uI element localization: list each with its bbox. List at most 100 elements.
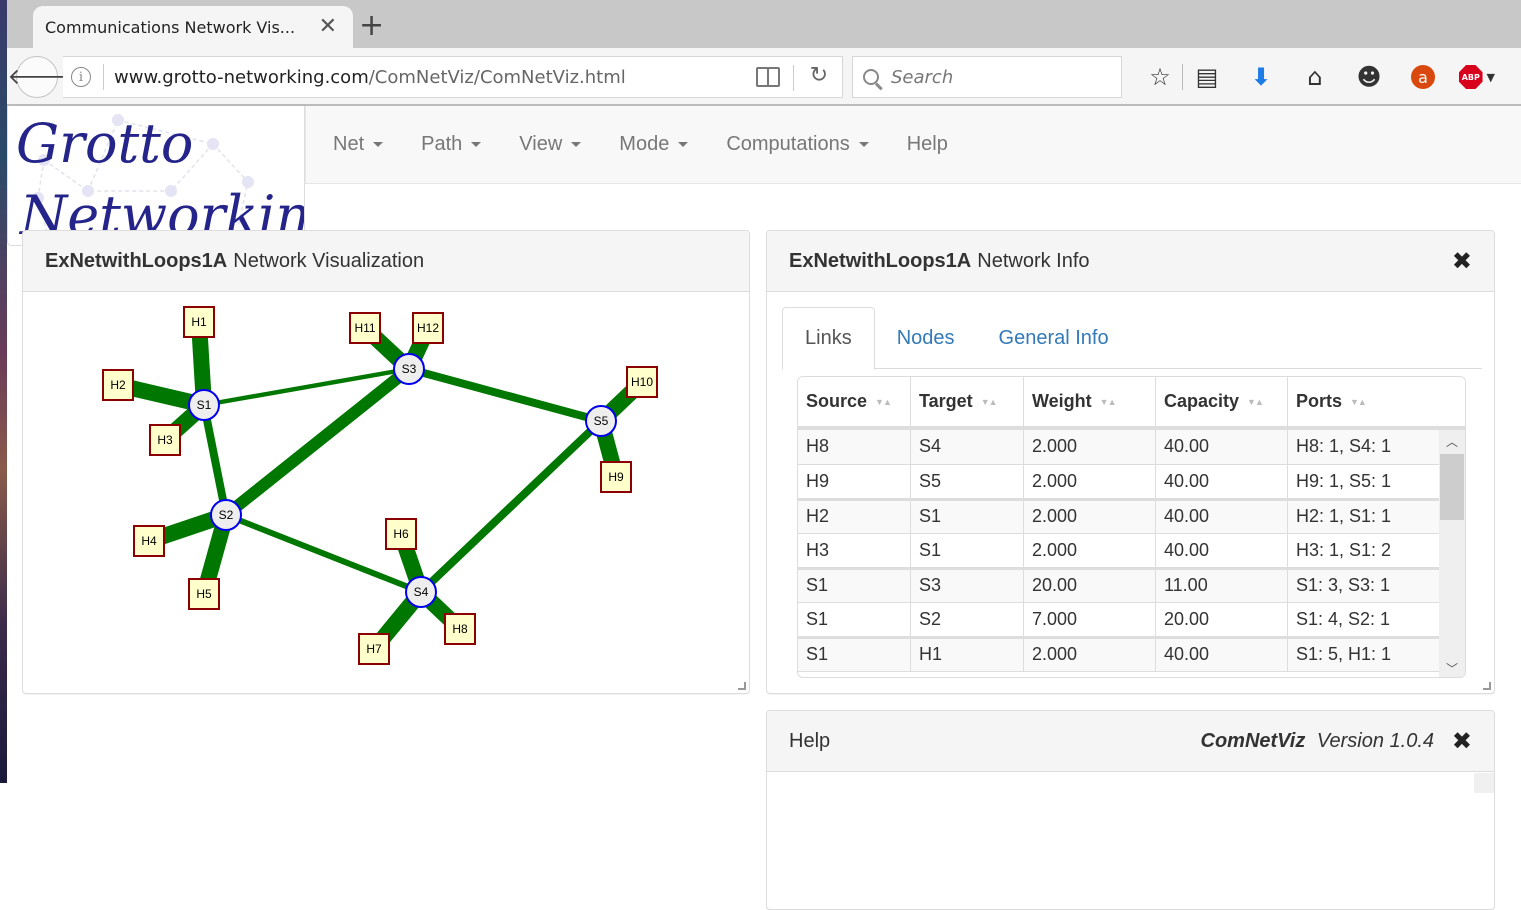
home-icon[interactable]: ⌂	[1297, 59, 1333, 95]
sort-icon[interactable]: ▼▲	[875, 397, 891, 407]
table-row[interactable]: H3S12.00040.00H3: 1, S1: 2	[798, 534, 1441, 569]
sort-icon[interactable]: ▼▲	[1100, 397, 1116, 407]
resize-handle[interactable]	[1483, 682, 1491, 690]
reload-icon[interactable]: ↻	[810, 63, 828, 88]
host-node-H6[interactable]: H6	[386, 519, 416, 549]
switch-node-S5[interactable]: S5	[586, 406, 616, 436]
cell-ports: H8: 1, S4: 1	[1288, 430, 1441, 464]
cell-weight: 2.000	[1024, 430, 1156, 464]
browser-navbar: 🡐 i www.grotto-networking.com/ComNetViz/…	[7, 48, 1521, 106]
new-tab-button[interactable]: +	[359, 8, 384, 43]
host-node-H11[interactable]: H11	[350, 313, 380, 343]
tab-links[interactable]: Links	[782, 307, 875, 370]
version-label: Version 1.0.4	[1317, 730, 1434, 752]
chevron-down-icon: ▼	[1487, 71, 1495, 84]
back-button[interactable]: 🡐	[16, 56, 58, 98]
node-label: S4	[414, 585, 429, 599]
scroll-down-icon[interactable]: ﹀	[1439, 657, 1465, 678]
host-node-H8[interactable]: H8	[445, 614, 475, 644]
network-info-panel: ExNetwithLoops1A Network Info ✖ LinksNod…	[766, 230, 1495, 694]
switch-node-S1[interactable]: S1	[189, 390, 219, 420]
sort-icon[interactable]: ▼▲	[1247, 397, 1263, 407]
help-scrollbar[interactable]	[1474, 773, 1494, 793]
download-icon[interactable]: ⬇	[1243, 59, 1279, 95]
menu-computations[interactable]: Computations	[711, 133, 883, 156]
tab-nodes[interactable]: Nodes	[875, 307, 977, 369]
menu-view[interactable]: View	[504, 133, 596, 156]
scroll-up-icon[interactable]: ︿	[1439, 430, 1465, 452]
network-graph[interactable]: S1 S2 S3 S4 S5 H1 H2 H3 H4 H5 H6 H7 H8 H9 H10 H11 H12	[23, 292, 749, 692]
adblock-plus-button[interactable]: ABP▼	[1459, 59, 1495, 95]
site-info-icon[interactable]: i	[71, 67, 91, 87]
browser-tab-strip: Communications Network Vis... ✕ +	[7, 0, 1521, 48]
menu-label: View	[519, 133, 562, 156]
host-node-H10[interactable]: H10	[627, 367, 657, 397]
node-label: H9	[608, 470, 624, 484]
column-header-weight[interactable]: Weight▼▲	[1024, 377, 1156, 426]
link-S4-S5[interactable]	[421, 421, 601, 592]
column-header-ports[interactable]: Ports▼▲	[1288, 377, 1465, 426]
column-header-target[interactable]: Target ▼▲	[911, 377, 1024, 426]
table-row[interactable]: H8S42.00040.00H8: 1, S4: 1	[798, 430, 1441, 465]
column-header-source[interactable]: Source ▼▲	[798, 377, 911, 426]
browser-tab[interactable]: Communications Network Vis... ✕	[33, 6, 353, 48]
logo-text-line1: Grotto	[16, 112, 193, 175]
host-node-H4[interactable]: H4	[134, 526, 164, 556]
switch-node-S2[interactable]: S2	[211, 500, 241, 530]
url-text[interactable]: www.grotto-networking.com/ComNetViz/ComN…	[114, 67, 626, 88]
caret-down-icon	[678, 142, 688, 147]
resize-handle[interactable]	[738, 682, 746, 690]
address-bar[interactable]: i www.grotto-networking.com/ComNetViz/Co…	[63, 56, 843, 98]
host-node-H5[interactable]: H5	[189, 579, 219, 609]
host-node-H9[interactable]: H9	[601, 462, 631, 492]
host-node-H2[interactable]: H2	[103, 370, 133, 400]
switch-node-S4[interactable]: S4	[406, 577, 436, 607]
node-label: H11	[354, 321, 375, 335]
close-icon[interactable]: ✖	[1452, 727, 1472, 755]
link-S1-S2[interactable]	[204, 405, 226, 515]
menu-help[interactable]: Help	[892, 133, 963, 156]
tab-title: Communications Network Vis...	[45, 18, 295, 37]
scrollbar-thumb[interactable]	[1440, 454, 1464, 520]
table-row[interactable]: H9S52.00040.00H9: 1, S5: 1	[798, 465, 1441, 500]
cell-target: H1	[911, 639, 1024, 671]
menu-path[interactable]: Path	[406, 133, 496, 156]
close-icon[interactable]: ✖	[1452, 247, 1472, 275]
column-header-label: Capacity	[1164, 391, 1239, 412]
host-node-H12[interactable]: H12	[413, 313, 443, 343]
chat-icon[interactable]: ☻	[1351, 59, 1387, 95]
addon-a-button[interactable]: a	[1405, 59, 1441, 95]
table-row[interactable]: S1S320.0011.00S1: 3, S3: 1	[798, 568, 1441, 603]
search-bar[interactable]: Search	[852, 56, 1122, 98]
cell-weight: 20.00	[1024, 570, 1156, 602]
reading-list-icon[interactable]: ▤	[1189, 59, 1225, 95]
table-row[interactable]: H2S12.00040.00H2: 1, S1: 1	[798, 499, 1441, 534]
sort-icon[interactable]: ▼▲	[981, 397, 997, 407]
search-placeholder: Search	[891, 67, 953, 88]
link-S3-S5[interactable]	[409, 369, 601, 421]
tab-general-info[interactable]: General Info	[977, 307, 1131, 369]
bookmark-star-icon[interactable]: ☆	[1142, 59, 1178, 95]
column-header-label: Source	[806, 391, 867, 412]
column-header-capacity[interactable]: Capacity ▼▲	[1156, 377, 1288, 426]
sort-icon[interactable]: ▼▲	[1350, 397, 1366, 407]
cell-ports: H2: 1, S1: 1	[1288, 501, 1441, 533]
viz-panel-heading: ExNetwithLoops1A Network Visualization	[23, 231, 749, 292]
host-node-H1[interactable]: H1	[184, 307, 214, 337]
table-scrollbar[interactable]: ︿ ﹀	[1439, 430, 1465, 678]
host-node-H7[interactable]: H7	[359, 634, 389, 664]
link-S2-S3[interactable]	[226, 369, 409, 515]
reader-view-icon[interactable]	[756, 67, 780, 87]
switch-node-S3[interactable]: S3	[394, 354, 424, 384]
menu-mode[interactable]: Mode	[604, 133, 703, 156]
table-row[interactable]: S1S27.00020.00S1: 4, S2: 1	[798, 603, 1441, 638]
host-node-H3[interactable]: H3	[150, 425, 180, 455]
help-title: Help	[789, 730, 830, 753]
help-panel: Help ComNetViz Version 1.0.4 ✖	[766, 710, 1495, 910]
node-label: H10	[631, 375, 653, 389]
grotto-networking-logo[interactable]: Grotto Networking	[7, 106, 305, 246]
tab-close-icon[interactable]: ✕	[319, 14, 337, 39]
table-row[interactable]: S1H12.00040.00S1: 5, H1: 1	[798, 637, 1441, 672]
column-header-label: Target	[919, 391, 973, 412]
menu-net[interactable]: Net	[318, 133, 398, 156]
